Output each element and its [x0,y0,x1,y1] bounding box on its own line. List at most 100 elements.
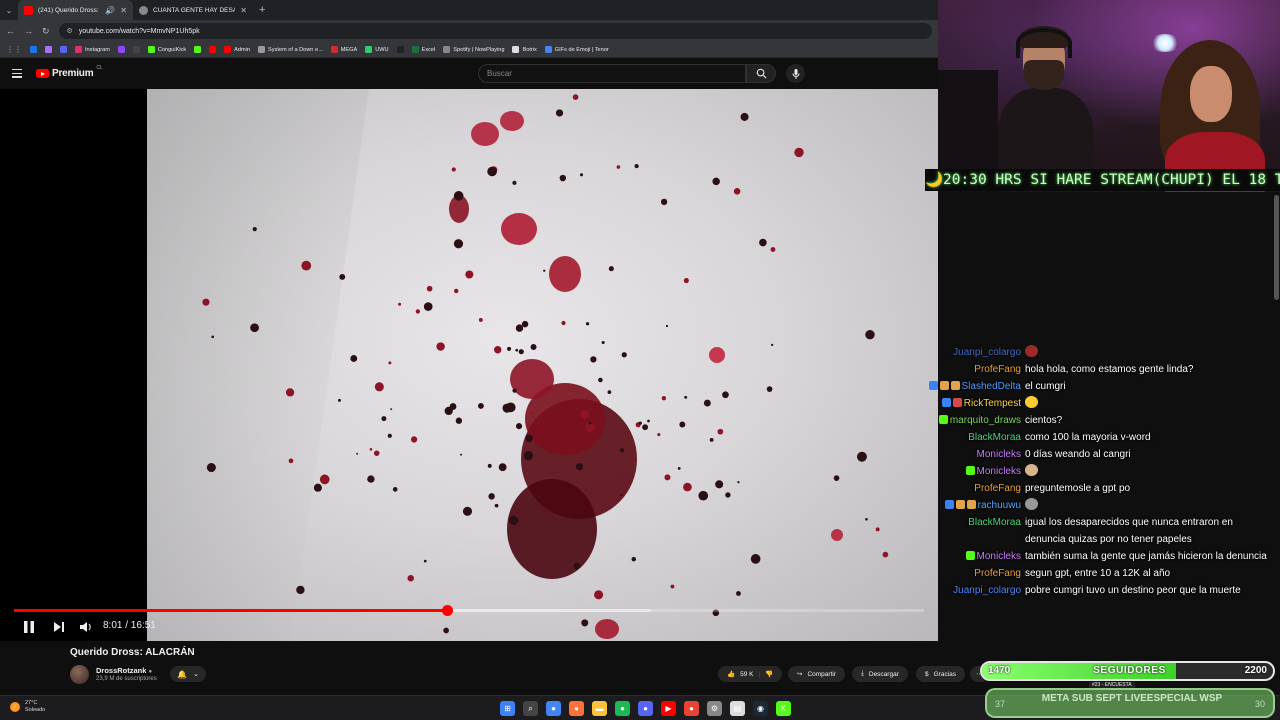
spotify-icon[interactable]: ● [615,701,630,716]
chat-username[interactable]: marquito_draws [950,415,1021,426]
progress-played [14,609,448,612]
apps-icon[interactable]: ⋮⋮ [6,45,22,54]
chat-username[interactable]: Juanpi_colargo [953,585,1021,596]
chat-username-group[interactable]: Monicleks [905,548,1025,565]
steam-icon[interactable]: ◉ [753,701,768,716]
sub-goal-target: 30 [1254,699,1265,709]
chat-username[interactable]: SlashedDelta [962,381,1021,392]
discord-icon[interactable]: ● [638,701,653,716]
url-field[interactable]: ⚙ youtube.com/watch?v=MmvNP1Uh5pk [58,23,932,39]
channel-name[interactable]: DrossRotzank ● [96,666,152,675]
pause-button[interactable] [22,618,36,636]
chrome-icon[interactable]: ● [546,701,561,716]
bookmark-item[interactable]: Excel [411,46,435,53]
chat-username[interactable]: Monicleks [977,466,1021,477]
streamer-person [998,20,1093,192]
bookmark-item[interactable] [117,46,125,53]
chat-username[interactable]: BlackMoraa [968,517,1021,528]
bookmark-favicon-icon [132,46,140,53]
close-tab-icon[interactable]: ✕ [120,6,127,15]
bookmark-item[interactable]: GIFs de Emoji | Tenor [544,46,609,53]
bookmark-item[interactable] [30,46,37,53]
notifications-button[interactable]: 🔔 ⌄ [170,666,206,682]
weather-widget[interactable]: 27°C Soleado [10,700,45,714]
page-scrollbar[interactable] [1274,195,1279,300]
bookmark-item[interactable]: MEGA [330,46,358,53]
chat-username-group[interactable]: ProfeFang [905,565,1025,582]
bookmark-item[interactable]: ConguiKick [147,46,186,53]
chat-username-group[interactable]: marquito_draws [905,412,1025,429]
bookmark-item[interactable]: Botrix [512,46,537,53]
kick-icon[interactable]: K [776,701,791,716]
next-button[interactable] [53,618,65,636]
voice-search-button[interactable] [786,64,805,83]
chat-username[interactable]: ProfeFang [974,483,1021,494]
volume-button[interactable] [79,618,93,636]
bookmark-item[interactable] [209,46,217,53]
chat-username-group[interactable]: ProfeFang [905,480,1025,497]
tab-youtube[interactable]: (241) Querido Dross: ALACRÁN 🔊 ✕ [18,0,133,20]
bookmark-item[interactable]: UWU [365,46,389,53]
forward-icon[interactable]: → [24,26,33,36]
back-icon[interactable]: ← [6,26,15,36]
chat-username[interactable]: Monicleks [977,551,1021,562]
chat-username[interactable]: ProfeFang [974,568,1021,579]
search-input[interactable]: Buscar [478,64,746,83]
chat-username-group[interactable]: Monicleks [905,446,1025,463]
chrome-active-icon[interactable]: ● [684,701,699,716]
chat-username-group[interactable]: ProfeFang [905,361,1025,378]
download-button[interactable]: ⤓ Descargar [852,666,908,682]
chat-username[interactable]: ProfeFang [974,364,1021,375]
chat-username-group[interactable]: RickTempest [905,395,1025,412]
windows-start-icon[interactable]: ⊞ [500,701,515,716]
settings-icon[interactable]: ⚙ [707,701,722,716]
site-info-icon[interactable]: ⚙ [67,27,73,35]
sub-goal-bar: 37 META SUB SEPT LIVEESPECIAL WSP 30 [985,688,1275,718]
chat-username-group[interactable]: Juanpi_colargo [905,344,1025,361]
youtube-premium-logo[interactable]: Premium CL [36,65,103,79]
explorer-icon[interactable]: ▬ [592,701,607,716]
bookmark-item[interactable] [132,46,140,53]
chat-username-group[interactable]: Juanpi_colargo [905,582,1025,599]
search-icon[interactable]: ⌕ [523,701,538,716]
bookmark-item[interactable] [396,46,404,53]
bookmark-item[interactable]: Spotify | NowPlaying [443,46,504,53]
menu-icon[interactable] [12,69,22,80]
thanks-button[interactable]: $ Gracias [916,666,966,682]
tab-search-icon[interactable]: ⌄ [0,6,18,15]
bookmark-item[interactable]: System of a Down e... [258,46,323,53]
bookmark-label: MEGA [340,46,358,53]
reload-icon[interactable]: ↻ [42,26,50,37]
search-button[interactable] [746,64,776,83]
chat-username[interactable]: rachuuwu [978,500,1021,511]
bookmark-item[interactable]: Instagram [75,46,110,53]
youtube-icon[interactable]: ▶ [661,701,676,716]
channel-avatar[interactable] [70,665,89,684]
bookmark-item[interactable]: Admin [224,46,250,53]
chat-username-group[interactable]: BlackMoraa [905,514,1025,548]
thumbs-down-icon[interactable]: 👎 [765,670,773,678]
chat-username-group[interactable]: Monicleks [905,463,1025,480]
firefox-icon[interactable]: ● [569,701,584,716]
notes-icon[interactable]: ▤ [730,701,745,716]
mute-icon[interactable]: 🔊 [105,6,115,15]
chat-username[interactable]: Juanpi_colargo [953,347,1021,358]
search-icon [756,68,767,79]
chat-username-group[interactable]: BlackMoraa [905,429,1025,446]
share-button[interactable]: ↪ Compartir [788,666,845,682]
bookmark-item[interactable] [194,46,202,53]
bookmark-item[interactable] [60,46,67,53]
tab-second[interactable]: CUANTA GENTE HAY DESAPARE ✕ [133,0,253,20]
bookmark-item[interactable] [45,46,52,53]
chat-username-group[interactable]: SlashedDelta [905,378,1025,395]
close-tab-icon[interactable]: ✕ [240,6,247,15]
video-frame[interactable] [147,89,938,641]
sub-goal-label: META SUB SEPT LIVEESPECIAL WSP [1041,693,1223,704]
chat-username[interactable]: RickTempest [964,398,1021,409]
chat-username[interactable]: BlackMoraa [968,432,1021,443]
new-tab-icon[interactable]: + [259,4,265,16]
like-button[interactable]: 👍 59 K | 👎 [718,666,783,682]
chat-username[interactable]: Monicleks [977,449,1021,460]
video-player[interactable]: 8:01 / 16:51 [0,89,938,641]
chat-username-group[interactable]: rachuuwu [905,497,1025,514]
